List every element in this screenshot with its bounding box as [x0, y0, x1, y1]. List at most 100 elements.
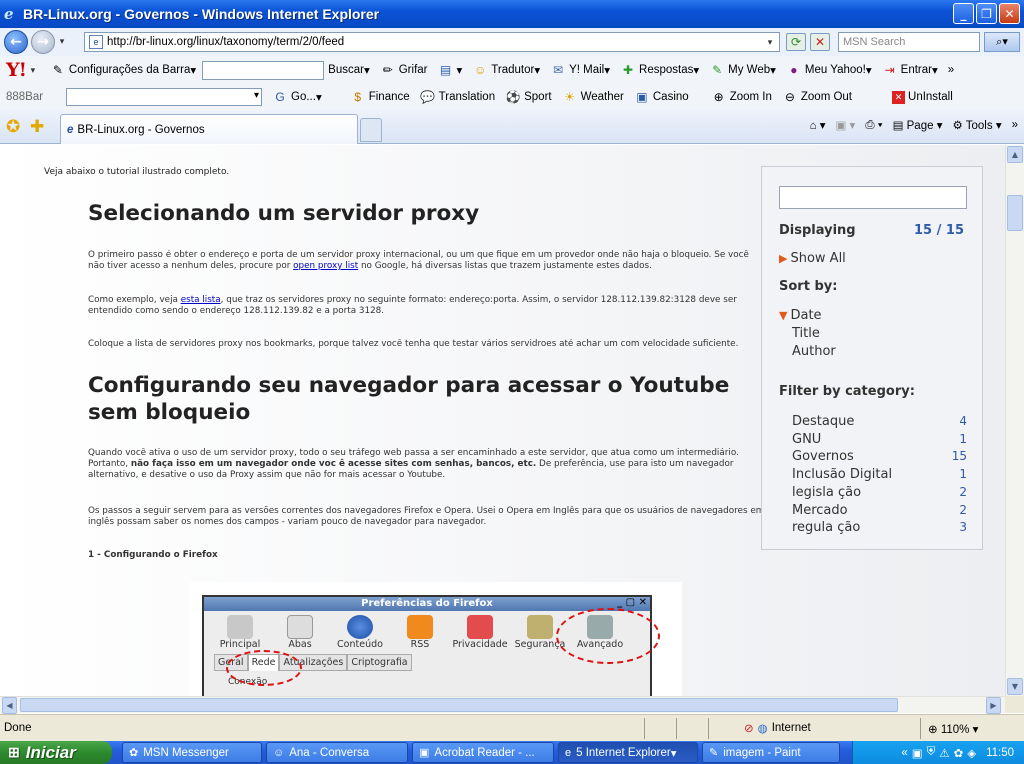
casino-icon: ▣	[636, 90, 648, 104]
history-dropdown-icon[interactable]: ▾	[55, 37, 69, 47]
category-item[interactable]: legisla ção 2	[792, 485, 967, 500]
task-conversa[interactable]: ☺ Ana - Conversa	[266, 742, 408, 763]
tray-shield-icon[interactable]: ⛨	[927, 746, 936, 759]
sort-date[interactable]: ▼ Date	[779, 308, 822, 323]
lock-icon	[527, 615, 553, 639]
show-all-link[interactable]: ▶ Show All	[779, 251, 846, 266]
category-item[interactable]: Inclusão Digital 1	[792, 467, 967, 482]
category-item[interactable]: Destaque 4	[792, 414, 967, 429]
close-button[interactable]: ✕	[999, 3, 1020, 24]
url-dropdown-icon[interactable]: ▾	[763, 37, 777, 48]
yahoo-search-input[interactable]	[202, 60, 325, 80]
print-icon[interactable]: ⎙ ▾	[865, 119, 882, 132]
new-tab-button[interactable]	[360, 118, 382, 142]
scroll-right-icon[interactable]: ▶	[986, 697, 1001, 714]
task-msn[interactable]: ✿ MSN Messenger	[122, 742, 262, 763]
myweb-button[interactable]: ✎ My Web ▾	[709, 62, 776, 78]
uninstall-button[interactable]: ✕ UnInstall	[892, 90, 953, 104]
bar888-select[interactable]	[66, 88, 262, 106]
bar888-go-button[interactable]: G Go... ▾	[272, 89, 321, 105]
refresh-button[interactable]: ⟳	[786, 33, 806, 51]
back-button[interactable]: ←	[4, 30, 28, 54]
status-text: Done	[4, 722, 32, 734]
zoom-level[interactable]: ⊕ 110% ▾	[928, 722, 978, 736]
layout-button[interactable]: ▤ ▾	[437, 62, 462, 78]
home-icon[interactable]: ⌂ ▾	[810, 118, 826, 132]
minimize-button[interactable]: _	[953, 3, 974, 24]
finance-icon: $	[354, 90, 362, 104]
category-count: 2	[959, 502, 967, 517]
yahoo-search-button[interactable]: Buscar ▾	[328, 63, 370, 77]
ie-task-icon: e	[565, 746, 572, 759]
url-field[interactable]: e http://br-linux.org/linux/taxonomy/ter…	[84, 32, 780, 52]
finance-button[interactable]: $ Finance	[350, 89, 409, 105]
sidebar-search-input[interactable]	[779, 186, 967, 209]
window-title: BR-Linux.org - Governos - Windows Intern…	[23, 6, 380, 22]
zoom-out-button[interactable]: ⊖ Zoom Out	[782, 89, 852, 105]
filter-sidebar: Displaying 15 / 15 ▶ Show All Sort by: ▼ D…	[761, 166, 983, 550]
vertical-scrollbar[interactable]: ▲ ▼	[1005, 145, 1024, 696]
tray-arrow-icon[interactable]: «	[901, 747, 907, 759]
category-item[interactable]: GNU 1	[792, 432, 967, 447]
vertical-scroll-thumb[interactable]	[1007, 195, 1023, 231]
toolbar-config-button[interactable]: ✎ Configurações da Barra ▾	[50, 62, 196, 78]
task-ie[interactable]: e5 Internet Explorer ▾	[558, 742, 698, 763]
displaying-count: 15 / 15	[914, 223, 964, 238]
sort-author[interactable]: Author	[792, 344, 836, 359]
task-acrobat[interactable]: ▣ Acrobat Reader - ...	[412, 742, 554, 763]
add-favorite-icon[interactable]: ✚	[30, 117, 44, 137]
bar888-toolbar: 888Bar GGo... ▾ $Finance 💬Translation ⚽S…	[0, 84, 1024, 110]
tray-msn-icon[interactable]: ✿	[954, 746, 964, 760]
search-go-button[interactable]: ⌕▾	[984, 32, 1020, 52]
category-item[interactable]: Governos 15	[792, 449, 967, 464]
zoom-out-icon: ⊖	[784, 90, 795, 104]
grifar-button[interactable]: ✏ Grifar	[380, 62, 428, 78]
category-name: Governos	[792, 449, 854, 465]
esta-lista-link[interactable]: esta lista	[181, 295, 221, 305]
task-paint[interactable]: ✎ imagem - Paint	[702, 742, 840, 763]
restore-button[interactable]: ❐	[976, 3, 997, 24]
scroll-down-icon[interactable]: ▼	[1007, 678, 1023, 695]
open-proxy-list-link[interactable]: open proxy list	[293, 261, 358, 271]
horizontal-scroll-thumb[interactable]	[20, 698, 898, 712]
respostas-button[interactable]: ✚ Respostas ▾	[620, 62, 699, 78]
category-item[interactable]: regula ção 3	[792, 520, 967, 535]
casino-button[interactable]: ▣ Casino	[634, 89, 688, 105]
scroll-up-icon[interactable]: ▲	[1007, 146, 1023, 163]
tray-app-icon[interactable]: ◈	[967, 746, 976, 760]
tab-br-linux[interactable]: e BR-Linux.org - Governos	[60, 114, 358, 144]
tradutor-button[interactable]: ☺ Tradutor ▾	[472, 62, 540, 78]
prefs-dialog-title: Preferências do Firefox	[204, 597, 650, 611]
zoom-in-button[interactable]: ⊕ Zoom In	[711, 89, 772, 105]
security-zone[interactable]: ⊘ ◍ Internet	[744, 721, 811, 735]
sort-title[interactable]: Title	[792, 326, 820, 341]
yahoo-menu-dropdown-icon[interactable]: ▾	[26, 65, 40, 76]
category-item[interactable]: Mercado 2	[792, 503, 967, 518]
toolbar-overflow-icon[interactable]: »	[948, 64, 954, 76]
filter-category-label: Filter by category:	[779, 384, 915, 399]
feeds-icon[interactable]: ▣ ▾	[836, 118, 856, 132]
yahoo-logo-icon[interactable]: Y!	[6, 59, 27, 81]
tray-network-icon[interactable]: ▣	[912, 746, 923, 760]
cmd-overflow-icon[interactable]: »	[1012, 119, 1018, 131]
category-name: Destaque	[792, 414, 855, 429]
scroll-left-icon[interactable]: ◀	[2, 697, 17, 714]
page-menu[interactable]: ▤ Page ▾	[893, 118, 943, 132]
signin-icon: ⇥	[884, 63, 895, 77]
stop-button[interactable]: ✕	[810, 33, 830, 51]
ymail-button[interactable]: ✉ Y! Mail ▾	[550, 62, 610, 78]
tools-menu[interactable]: ⚙ Tools ▾	[952, 118, 1001, 132]
msn-search-input[interactable]: MSN Search	[838, 32, 980, 52]
sport-button[interactable]: ⚽ Sport	[505, 89, 552, 105]
weather-button[interactable]: ☀ Weather	[562, 89, 624, 105]
category-count: 1	[959, 431, 967, 446]
start-button[interactable]: ⊞ Iniciar	[0, 741, 112, 764]
translation-button[interactable]: 💬 Translation	[420, 89, 495, 105]
meu-yahoo-button[interactable]: ● Meu Yahoo! ▾	[786, 62, 871, 78]
horizontal-scrollbar[interactable]: ◀ ▶	[0, 696, 1005, 714]
tray-warning-icon[interactable]: ⚠	[939, 746, 949, 760]
forward-button[interactable]: →	[31, 30, 55, 54]
favorites-star-icon[interactable]: ✪	[6, 117, 20, 137]
entrar-button[interactable]: ⇥ Entrar ▾	[882, 62, 938, 78]
status-sep-1	[644, 718, 645, 739]
